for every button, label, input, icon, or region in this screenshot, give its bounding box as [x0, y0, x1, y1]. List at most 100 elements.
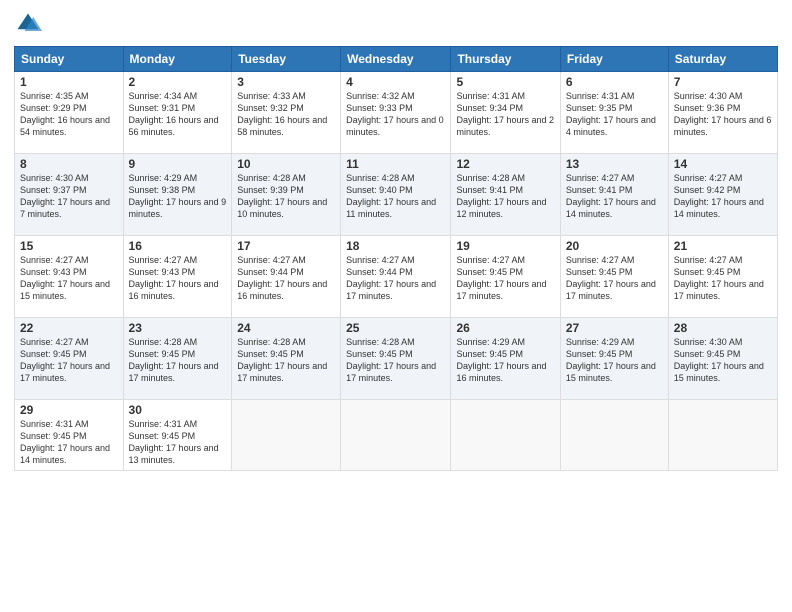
day-number: 24	[237, 321, 335, 335]
calendar-cell	[341, 400, 451, 471]
day-detail: Sunrise: 4:28 AMSunset: 9:39 PMDaylight:…	[237, 173, 327, 219]
day-detail: Sunrise: 4:33 AMSunset: 9:32 PMDaylight:…	[237, 91, 327, 137]
calendar-cell: 13 Sunrise: 4:27 AMSunset: 9:41 PMDaylig…	[560, 154, 668, 236]
day-number: 29	[20, 403, 118, 417]
day-number: 25	[346, 321, 445, 335]
day-number: 16	[129, 239, 227, 253]
day-number: 28	[674, 321, 772, 335]
calendar-cell: 15 Sunrise: 4:27 AMSunset: 9:43 PMDaylig…	[15, 236, 124, 318]
day-detail: Sunrise: 4:27 AMSunset: 9:44 PMDaylight:…	[346, 255, 436, 301]
day-number: 30	[129, 403, 227, 417]
day-number: 6	[566, 75, 663, 89]
calendar-week-row: 8 Sunrise: 4:30 AMSunset: 9:37 PMDayligh…	[15, 154, 778, 236]
calendar-cell: 27 Sunrise: 4:29 AMSunset: 9:45 PMDaylig…	[560, 318, 668, 400]
calendar-week-row: 22 Sunrise: 4:27 AMSunset: 9:45 PMDaylig…	[15, 318, 778, 400]
day-detail: Sunrise: 4:27 AMSunset: 9:43 PMDaylight:…	[129, 255, 219, 301]
calendar-cell: 17 Sunrise: 4:27 AMSunset: 9:44 PMDaylig…	[232, 236, 341, 318]
calendar-cell: 20 Sunrise: 4:27 AMSunset: 9:45 PMDaylig…	[560, 236, 668, 318]
day-detail: Sunrise: 4:29 AMSunset: 9:45 PMDaylight:…	[456, 337, 546, 383]
day-number: 14	[674, 157, 772, 171]
day-number: 20	[566, 239, 663, 253]
calendar-cell: 2 Sunrise: 4:34 AMSunset: 9:31 PMDayligh…	[123, 72, 232, 154]
calendar-cell: 11 Sunrise: 4:28 AMSunset: 9:40 PMDaylig…	[341, 154, 451, 236]
calendar-cell: 8 Sunrise: 4:30 AMSunset: 9:37 PMDayligh…	[15, 154, 124, 236]
calendar-cell: 6 Sunrise: 4:31 AMSunset: 9:35 PMDayligh…	[560, 72, 668, 154]
day-header-wednesday: Wednesday	[341, 47, 451, 72]
day-detail: Sunrise: 4:34 AMSunset: 9:31 PMDaylight:…	[129, 91, 219, 137]
day-detail: Sunrise: 4:35 AMSunset: 9:29 PMDaylight:…	[20, 91, 110, 137]
day-number: 15	[20, 239, 118, 253]
day-number: 19	[456, 239, 554, 253]
day-header-monday: Monday	[123, 47, 232, 72]
day-number: 21	[674, 239, 772, 253]
calendar-cell: 30 Sunrise: 4:31 AMSunset: 9:45 PMDaylig…	[123, 400, 232, 471]
calendar-cell	[560, 400, 668, 471]
day-detail: Sunrise: 4:32 AMSunset: 9:33 PMDaylight:…	[346, 91, 444, 137]
day-detail: Sunrise: 4:28 AMSunset: 9:45 PMDaylight:…	[129, 337, 219, 383]
day-detail: Sunrise: 4:27 AMSunset: 9:44 PMDaylight:…	[237, 255, 327, 301]
calendar-cell: 16 Sunrise: 4:27 AMSunset: 9:43 PMDaylig…	[123, 236, 232, 318]
day-detail: Sunrise: 4:27 AMSunset: 9:45 PMDaylight:…	[456, 255, 546, 301]
calendar-header-row: SundayMondayTuesdayWednesdayThursdayFrid…	[15, 47, 778, 72]
day-header-thursday: Thursday	[451, 47, 560, 72]
calendar-cell	[451, 400, 560, 471]
calendar-cell: 5 Sunrise: 4:31 AMSunset: 9:34 PMDayligh…	[451, 72, 560, 154]
day-detail: Sunrise: 4:28 AMSunset: 9:40 PMDaylight:…	[346, 173, 436, 219]
day-number: 7	[674, 75, 772, 89]
calendar-cell: 14 Sunrise: 4:27 AMSunset: 9:42 PMDaylig…	[668, 154, 777, 236]
day-number: 11	[346, 157, 445, 171]
day-detail: Sunrise: 4:28 AMSunset: 9:45 PMDaylight:…	[346, 337, 436, 383]
day-number: 13	[566, 157, 663, 171]
day-header-friday: Friday	[560, 47, 668, 72]
calendar-cell: 24 Sunrise: 4:28 AMSunset: 9:45 PMDaylig…	[232, 318, 341, 400]
day-number: 4	[346, 75, 445, 89]
day-number: 12	[456, 157, 554, 171]
calendar-cell: 26 Sunrise: 4:29 AMSunset: 9:45 PMDaylig…	[451, 318, 560, 400]
day-detail: Sunrise: 4:31 AMSunset: 9:45 PMDaylight:…	[129, 419, 219, 465]
day-header-saturday: Saturday	[668, 47, 777, 72]
calendar-week-row: 1 Sunrise: 4:35 AMSunset: 9:29 PMDayligh…	[15, 72, 778, 154]
day-number: 26	[456, 321, 554, 335]
day-number: 23	[129, 321, 227, 335]
day-header-sunday: Sunday	[15, 47, 124, 72]
day-detail: Sunrise: 4:29 AMSunset: 9:38 PMDaylight:…	[129, 173, 227, 219]
calendar-cell: 22 Sunrise: 4:27 AMSunset: 9:45 PMDaylig…	[15, 318, 124, 400]
day-number: 18	[346, 239, 445, 253]
day-detail: Sunrise: 4:27 AMSunset: 9:45 PMDaylight:…	[20, 337, 110, 383]
day-number: 2	[129, 75, 227, 89]
day-detail: Sunrise: 4:31 AMSunset: 9:45 PMDaylight:…	[20, 419, 110, 465]
calendar-cell: 25 Sunrise: 4:28 AMSunset: 9:45 PMDaylig…	[341, 318, 451, 400]
calendar-week-row: 15 Sunrise: 4:27 AMSunset: 9:43 PMDaylig…	[15, 236, 778, 318]
logo-icon	[14, 10, 42, 38]
calendar-cell: 19 Sunrise: 4:27 AMSunset: 9:45 PMDaylig…	[451, 236, 560, 318]
calendar-cell: 3 Sunrise: 4:33 AMSunset: 9:32 PMDayligh…	[232, 72, 341, 154]
day-detail: Sunrise: 4:29 AMSunset: 9:45 PMDaylight:…	[566, 337, 656, 383]
calendar-cell: 29 Sunrise: 4:31 AMSunset: 9:45 PMDaylig…	[15, 400, 124, 471]
calendar-cell: 18 Sunrise: 4:27 AMSunset: 9:44 PMDaylig…	[341, 236, 451, 318]
calendar-cell: 23 Sunrise: 4:28 AMSunset: 9:45 PMDaylig…	[123, 318, 232, 400]
day-number: 10	[237, 157, 335, 171]
calendar-cell: 7 Sunrise: 4:30 AMSunset: 9:36 PMDayligh…	[668, 72, 777, 154]
day-number: 1	[20, 75, 118, 89]
day-detail: Sunrise: 4:27 AMSunset: 9:45 PMDaylight:…	[674, 255, 764, 301]
day-detail: Sunrise: 4:28 AMSunset: 9:45 PMDaylight:…	[237, 337, 327, 383]
calendar-cell: 9 Sunrise: 4:29 AMSunset: 9:38 PMDayligh…	[123, 154, 232, 236]
calendar: SundayMondayTuesdayWednesdayThursdayFrid…	[14, 46, 778, 471]
day-detail: Sunrise: 4:30 AMSunset: 9:45 PMDaylight:…	[674, 337, 764, 383]
day-detail: Sunrise: 4:27 AMSunset: 9:43 PMDaylight:…	[20, 255, 110, 301]
day-detail: Sunrise: 4:27 AMSunset: 9:45 PMDaylight:…	[566, 255, 656, 301]
day-detail: Sunrise: 4:27 AMSunset: 9:42 PMDaylight:…	[674, 173, 764, 219]
day-number: 22	[20, 321, 118, 335]
day-number: 9	[129, 157, 227, 171]
day-detail: Sunrise: 4:31 AMSunset: 9:34 PMDaylight:…	[456, 91, 554, 137]
calendar-cell: 21 Sunrise: 4:27 AMSunset: 9:45 PMDaylig…	[668, 236, 777, 318]
logo	[14, 10, 46, 38]
day-detail: Sunrise: 4:30 AMSunset: 9:37 PMDaylight:…	[20, 173, 110, 219]
day-detail: Sunrise: 4:28 AMSunset: 9:41 PMDaylight:…	[456, 173, 546, 219]
day-number: 8	[20, 157, 118, 171]
day-header-tuesday: Tuesday	[232, 47, 341, 72]
calendar-cell: 28 Sunrise: 4:30 AMSunset: 9:45 PMDaylig…	[668, 318, 777, 400]
calendar-cell	[668, 400, 777, 471]
calendar-week-row: 29 Sunrise: 4:31 AMSunset: 9:45 PMDaylig…	[15, 400, 778, 471]
day-detail: Sunrise: 4:30 AMSunset: 9:36 PMDaylight:…	[674, 91, 772, 137]
